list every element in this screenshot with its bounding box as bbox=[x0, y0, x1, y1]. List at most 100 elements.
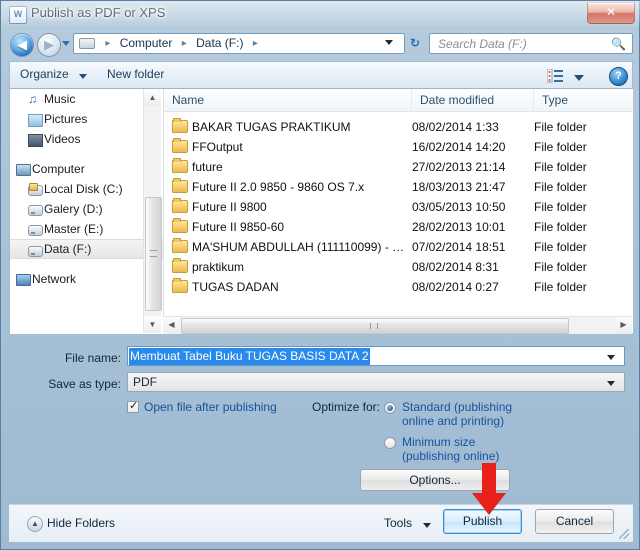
table-row[interactable]: Future II 2.0 9850 - 9860 OS 7.x 18/03/2… bbox=[164, 177, 633, 197]
file-list-horizontal-scrollbar[interactable]: ◀ ▶ bbox=[163, 316, 632, 334]
file-date-cell: 07/02/2014 18:51 bbox=[412, 240, 506, 254]
table-row[interactable]: FFOutput 16/02/2014 14:20 File folder bbox=[164, 137, 633, 157]
sidebar-item-label: Music bbox=[44, 92, 76, 106]
sidebar-item-network[interactable]: Network bbox=[10, 269, 163, 289]
sidebar-item-label: Network bbox=[32, 272, 77, 286]
column-header-type[interactable]: Type bbox=[534, 89, 633, 111]
close-button[interactable]: ✕ bbox=[587, 2, 635, 24]
breadcrumb-item-computer[interactable]: Computer bbox=[118, 34, 175, 53]
file-name-cell: praktikum bbox=[192, 260, 245, 274]
file-date-cell: 18/03/2013 21:47 bbox=[412, 180, 506, 194]
sidebar-item-label: Master (E:) bbox=[44, 222, 104, 236]
sidebar-item-label: Local Disk (C:) bbox=[44, 182, 123, 196]
title-bar: W Publish as PDF or XPS ✕ bbox=[1, 1, 640, 27]
organize-button[interactable]: Organize bbox=[20, 67, 69, 81]
file-type-cell: File folder bbox=[534, 200, 587, 214]
column-header-row: Name Date modified Type bbox=[164, 89, 633, 112]
sidebar-item-label: Videos bbox=[44, 132, 81, 146]
forward-arrow-icon: ▶ bbox=[44, 37, 54, 52]
computer-drive-icon bbox=[79, 38, 95, 49]
file-name-value[interactable]: Membuat Tabel Buku TUGAS BASIS DATA 2 bbox=[129, 348, 370, 365]
table-row[interactable]: future 27/02/2013 21:14 File folder bbox=[164, 157, 633, 177]
save-as-type-chevron-down-icon[interactable] bbox=[607, 381, 615, 386]
refresh-icon[interactable]: ↻ bbox=[405, 33, 425, 54]
sidebar-item-label: Computer bbox=[32, 162, 85, 176]
options-button[interactable]: Options... bbox=[360, 469, 510, 491]
table-row[interactable]: TUGAS DADAN 08/02/2014 0:27 File folder bbox=[164, 277, 633, 297]
sidebar-item-local-disk-c[interactable]: Local Disk (C:) bbox=[10, 179, 163, 199]
address-chevron-down-icon[interactable] bbox=[385, 40, 393, 45]
tools-button[interactable]: Tools bbox=[384, 516, 412, 530]
scroll-down-icon[interactable]: ▼ bbox=[144, 316, 161, 333]
sidebar-item-music[interactable]: ♫ Music bbox=[10, 89, 163, 109]
search-input[interactable]: Search Data (F:) bbox=[438, 37, 527, 51]
file-name-cell: Future II 2.0 9850 - 9860 OS 7.x bbox=[192, 180, 365, 194]
sidebar-item-master-e[interactable]: Master (E:) bbox=[10, 219, 163, 239]
breadcrumb-item-data-f[interactable]: Data (F:) bbox=[194, 34, 245, 53]
history-chevron-down-icon[interactable] bbox=[62, 41, 70, 46]
folder-icon bbox=[172, 178, 188, 193]
view-chevron-down-icon[interactable] bbox=[574, 75, 584, 81]
address-bar[interactable]: ▸ Computer ▸ Data (F:) ▸ bbox=[73, 33, 405, 54]
sidebar-item-pictures[interactable]: Pictures bbox=[10, 109, 163, 129]
radio-minimum-line1: Minimum size bbox=[402, 435, 476, 449]
column-header-name[interactable]: Name bbox=[164, 89, 412, 111]
scrollbar-thumb[interactable] bbox=[181, 318, 569, 334]
scroll-up-icon[interactable]: ▲ bbox=[144, 89, 161, 106]
scroll-right-icon[interactable]: ▶ bbox=[615, 317, 632, 333]
table-row[interactable]: BAKAR TUGAS PRAKTIKUM 08/02/2014 1:33 Fi… bbox=[164, 117, 633, 137]
drive-icon bbox=[28, 225, 43, 236]
folder-icon bbox=[172, 198, 188, 213]
file-date-cell: 08/02/2014 8:31 bbox=[412, 260, 499, 274]
scroll-left-icon[interactable]: ◀ bbox=[163, 317, 180, 333]
table-row[interactable]: Future II 9850-60 28/02/2013 10:01 File … bbox=[164, 217, 633, 237]
table-row[interactable]: MA'SHUM ABDULLAH (111110099) - PRA... 07… bbox=[164, 237, 633, 257]
sidebar-item-videos[interactable]: Videos bbox=[10, 129, 163, 149]
network-icon bbox=[16, 274, 31, 286]
radio-unselected-icon[interactable] bbox=[384, 437, 396, 449]
new-folder-button[interactable]: New folder bbox=[107, 67, 164, 81]
radio-minimum-label: Minimum size (publishing online) bbox=[402, 435, 499, 463]
scrollbar-thumb[interactable] bbox=[145, 197, 162, 311]
save-as-type-select[interactable]: PDF bbox=[127, 372, 625, 392]
file-date-cell: 27/02/2013 21:14 bbox=[412, 160, 506, 174]
file-name-cell: Future II 9850-60 bbox=[192, 220, 285, 234]
back-button[interactable]: ◀ bbox=[10, 33, 34, 57]
radio-standard-line1: Standard (publishing bbox=[402, 400, 513, 414]
view-options-icon[interactable] bbox=[547, 69, 563, 83]
sidebar-item-computer[interactable]: Computer bbox=[10, 159, 163, 179]
column-header-date-modified[interactable]: Date modified bbox=[412, 89, 534, 111]
open-file-after-publishing-label: Open file after publishing bbox=[144, 400, 277, 414]
file-date-cell: 16/02/2014 14:20 bbox=[412, 140, 506, 154]
file-name-chevron-down-icon[interactable] bbox=[607, 355, 615, 360]
tools-chevron-down-icon[interactable] bbox=[423, 523, 431, 528]
file-name-input[interactable]: Membuat Tabel Buku TUGAS BASIS DATA 2 bbox=[127, 346, 625, 366]
resize-grip[interactable] bbox=[619, 529, 629, 539]
table-row[interactable]: praktikum 08/02/2014 8:31 File folder bbox=[164, 257, 633, 277]
folder-icon bbox=[172, 278, 188, 293]
file-name-cell: TUGAS DADAN bbox=[192, 280, 279, 294]
drive-icon bbox=[28, 205, 43, 216]
search-box[interactable]: Search Data (F:) 🔍 bbox=[429, 33, 633, 54]
file-list-pane: Name Date modified Type BAKAR TUGAS PRAK… bbox=[163, 89, 633, 333]
publish-button[interactable]: Publish bbox=[443, 509, 522, 534]
file-name-cell: MA'SHUM ABDULLAH (111110099) - PRA... bbox=[192, 240, 410, 254]
file-name-label: File name: bbox=[64, 351, 121, 365]
file-type-cell: File folder bbox=[534, 240, 587, 254]
navigation-pane-scrollbar[interactable]: ▲ ▼ bbox=[143, 89, 162, 333]
checkbox-checked-icon[interactable] bbox=[127, 399, 139, 413]
hide-folders-label: Hide Folders bbox=[47, 516, 116, 530]
forward-button[interactable]: ▶ bbox=[37, 33, 61, 57]
save-as-type-label: Save as type: bbox=[48, 377, 121, 391]
organize-chevron-down-icon[interactable] bbox=[79, 74, 87, 79]
cancel-button[interactable]: Cancel bbox=[535, 509, 614, 534]
table-row[interactable]: Future II 9800 03/05/2013 10:50 File fol… bbox=[164, 197, 633, 217]
breadcrumb-separator-icon: ▸ bbox=[105, 38, 111, 49]
radio-selected-icon[interactable] bbox=[384, 402, 396, 414]
folder-icon bbox=[172, 258, 188, 273]
sidebar-item-data-f[interactable]: Data (F:) bbox=[10, 239, 163, 259]
file-type-cell: File folder bbox=[534, 260, 587, 274]
help-icon[interactable]: ? bbox=[609, 67, 628, 86]
computer-icon bbox=[16, 164, 31, 176]
sidebar-item-galery-d[interactable]: Galery (D:) bbox=[10, 199, 163, 219]
